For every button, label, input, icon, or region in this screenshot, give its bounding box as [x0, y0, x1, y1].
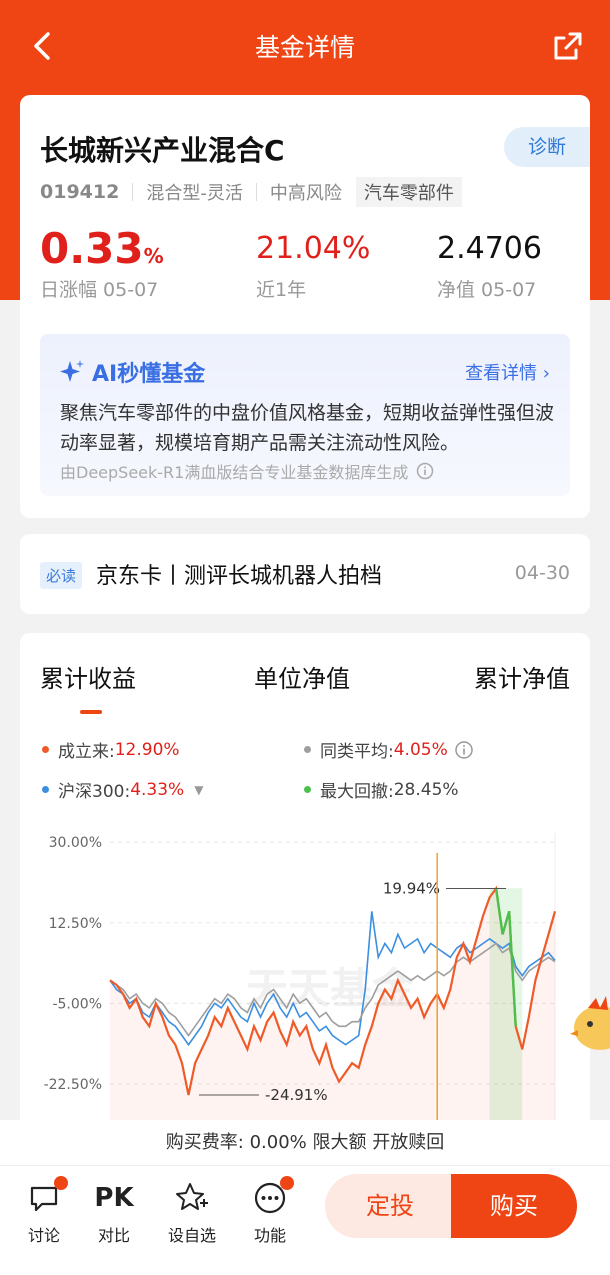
purchase-fee-info: 购买费率: 0.00% 限大额 开放赎回 [0, 1120, 610, 1166]
discuss-button[interactable]: 讨论 [14, 1176, 74, 1246]
star-add-icon [176, 1183, 208, 1210]
fund-summary-card: 长城新兴产业混合C 诊断 019412 混合型-灵活 中高风险 汽车零部件 0.… [20, 95, 590, 330]
info-icon[interactable] [454, 740, 474, 760]
daily-change-label: 日涨幅 05-07 [40, 279, 159, 301]
pk-icon: PK [94, 1183, 134, 1213]
buy-button[interactable]: 购买 [451, 1174, 577, 1238]
fund-risk: 中高风险 [269, 183, 342, 204]
ai-summary-card: AI秒懂基金 查看详情 › 聚焦汽车零部件的中盘价值风格基金，短期收益弹性强但波… [20, 320, 590, 518]
legend-label: 同类平均: [320, 742, 394, 762]
chart-tabs: 累计收益 单位净值 累计净值 [40, 659, 570, 714]
y-tick-label: 12.50% [49, 916, 102, 932]
tab-unit-nav[interactable]: 单位净值 [254, 659, 350, 694]
legend-value: 28.45% [393, 779, 459, 800]
ai-summary-box[interactable]: AI秒懂基金 查看详情 › 聚焦汽车零部件的中盘价值风格基金，短期收益弹性强但波… [40, 334, 570, 496]
ai-more-label: 查看详情 [465, 363, 538, 384]
compare-button[interactable]: PK 对比 [84, 1178, 144, 1246]
mascot-icon[interactable] [570, 990, 610, 1056]
tab-cumulative-nav[interactable]: 累计净值 [474, 659, 570, 694]
ai-title-text: AI秒懂基金 [92, 362, 206, 387]
legend-label: 沪深300: [58, 782, 131, 802]
compare-label: 对比 [97, 1226, 130, 1245]
legend-hs300[interactable]: 沪深300: 4.33% ▼ [42, 777, 203, 802]
y-tick-label: -5.00% [52, 996, 102, 1012]
add-watchlist-button[interactable]: 设自选 [162, 1178, 222, 1246]
fund-code: 019412 [40, 181, 120, 203]
legend-peer-average: 同类平均: 4.05% [304, 737, 474, 762]
sparkle-icon [60, 360, 84, 382]
annotation-label: -24.91% [265, 1086, 328, 1104]
legend-value: 4.33% [130, 779, 185, 800]
nav-stat: 2.4706 净值 05-07 [437, 225, 542, 302]
year-return-value: 21.04% [256, 231, 371, 266]
fund-name: 长城新兴产业混合C [40, 134, 285, 167]
return-chart[interactable]: 30.00%12.50%-5.00%-22.50%天天基金19.94%-24.9… [20, 823, 590, 1133]
must-read-badge: 必读 [40, 562, 83, 589]
nav-label: 净值 05-07 [437, 279, 537, 301]
ai-note: 由DeepSeek-R1满血版结合专业基金数据库生成 [60, 459, 434, 483]
ai-title: AI秒懂基金 [58, 356, 205, 388]
nav-bar: 基金详情 [0, 0, 610, 92]
legend-dot [42, 786, 49, 793]
divider [255, 183, 257, 201]
legend-value: 12.90% [114, 739, 180, 760]
discuss-label: 讨论 [27, 1226, 60, 1245]
legend-dot [42, 746, 49, 753]
auto-invest-button[interactable]: 定投 [325, 1174, 455, 1238]
nav-value: 2.4706 [437, 231, 542, 266]
bottom-action-bar: 讨论 PK 对比 设自选 功能 定投 购买 [0, 1166, 610, 1275]
year-return-label: 近1年 [256, 279, 307, 301]
legend-label: 最大回撤: [320, 782, 394, 802]
chevron-right-icon: › [542, 363, 550, 384]
daily-change-stat: 0.33% 日涨幅 05-07 [40, 225, 164, 302]
ai-note-text: 由DeepSeek-R1满血版结合专业基金数据库生成 [60, 463, 409, 482]
fund-type: 混合型-灵活 [146, 183, 243, 204]
dropdown-icon[interactable]: ▼ [194, 783, 203, 797]
y-tick-label: 30.00% [49, 835, 102, 851]
add-watchlist-label: 设自选 [167, 1226, 216, 1245]
performance-card: 累计收益 单位净值 累计净值 成立来: 12.90% 同类平均: 4.05% 沪深3… [20, 633, 590, 1133]
functions-label: 功能 [253, 1226, 286, 1245]
share-icon[interactable] [548, 26, 588, 66]
legend-max-drawdown: 最大回撤: 28.45% [304, 777, 459, 802]
annotation-label: 19.94% [383, 880, 440, 898]
fund-meta: 019412 混合型-灵活 中高风险 汽车零部件 [40, 177, 462, 207]
divider [132, 183, 134, 201]
ai-summary-text: 聚焦汽车零部件的中盘价值风格基金，短期收益弹性强但波动率显著，规模培育期产品需关… [60, 402, 555, 454]
tab-cumulative-return[interactable]: 累计收益 [40, 659, 136, 714]
notification-badge [54, 1176, 68, 1190]
sector-tag[interactable]: 汽车零部件 [355, 177, 462, 207]
functions-button[interactable]: 功能 [240, 1176, 300, 1246]
news-date: 04-30 [514, 562, 570, 584]
legend-label: 成立来: [58, 742, 115, 762]
legend-since-inception: 成立来: 12.90% [42, 737, 180, 762]
daily-change-unit: % [143, 244, 164, 268]
legend-value: 4.05% [393, 739, 448, 760]
daily-change-value: 0.33 [40, 224, 144, 273]
year-return-stat: 21.04% 近1年 [256, 225, 370, 302]
news-card[interactable]: 必读 京东卡丨测评长城机器人拍档 04-30 [20, 534, 590, 614]
legend-dot [304, 786, 311, 793]
legend-dot [304, 746, 311, 753]
page-title: 基金详情 [254, 33, 355, 62]
ai-more-link[interactable]: 查看详情 › [465, 359, 550, 385]
diagnose-button[interactable]: 诊断 [504, 127, 590, 167]
notification-badge [280, 1176, 294, 1190]
info-icon[interactable] [416, 462, 434, 480]
y-tick-label: -22.50% [44, 1077, 102, 1093]
news-title[interactable]: 京东卡丨测评长城机器人拍档 [96, 558, 382, 590]
